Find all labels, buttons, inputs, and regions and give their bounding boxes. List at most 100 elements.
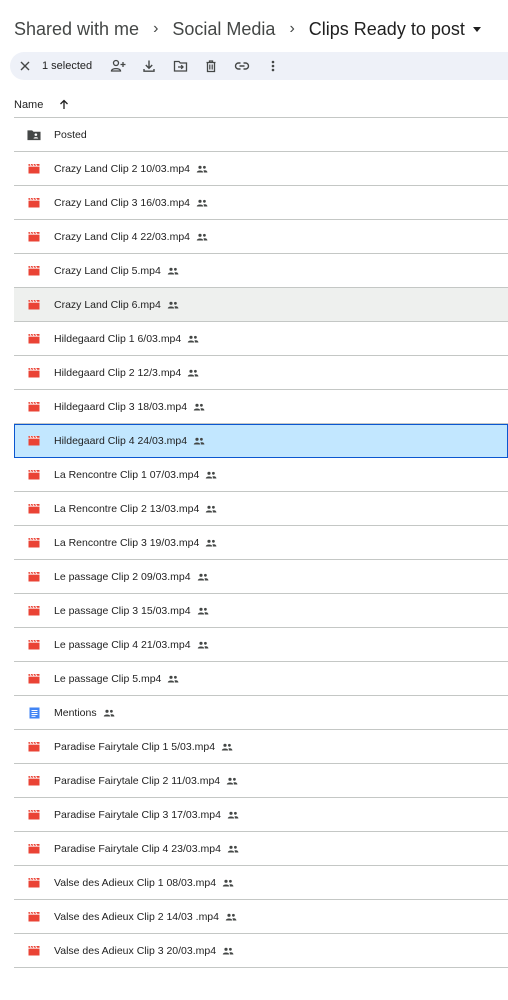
file-name: La Rencontre Clip 1 07/03.mp4 [54,468,200,481]
video-file-icon [28,197,40,208]
video-file-icon [28,639,40,650]
shared-people-icon-wrap [187,335,199,343]
video-file-icon [28,367,40,378]
file-row[interactable]: Le passage Clip 3 15/03.mp4 [14,594,508,628]
close-icon [20,61,30,71]
file-type-icon-wrap [27,468,41,482]
file-row[interactable]: La Rencontre Clip 3 19/03.mp4 [14,526,508,560]
file-row[interactable]: Paradise Fairytale Clip 1 5/03.mp4 [14,730,508,764]
file-type-icon-wrap [27,162,41,176]
file-list: Posted Crazy Land Clip 2 10/03.mp4 Crazy L… [14,118,508,968]
file-type-icon-wrap [27,910,41,924]
file-row[interactable]: Paradise Fairytale Clip 3 17/03.mp4 [14,798,508,832]
file-row[interactable]: Crazy Land Clip 5.mp4 [14,254,508,288]
more-actions-button[interactable] [259,52,287,80]
share-person-add-icon [110,59,126,72]
file-name: Valse des Adieux Clip 3 20/03.mp4 [54,944,217,957]
video-file-icon [28,775,40,786]
file-row[interactable]: Crazy Land Clip 3 16/03.mp4 [14,186,508,220]
file-row[interactable]: Crazy Land Clip 6.mp4 [14,288,508,322]
shared-people-icon [167,267,179,274]
file-name: Hildegaard Clip 3 18/03.mp4 [54,400,188,413]
shared-people-icon [196,165,208,172]
file-row[interactable]: Valse des Adieux Clip 1 08/03.mp4 [14,866,508,900]
breadcrumb-social-media[interactable]: Social Media [172,19,275,40]
shared-people-icon-wrap [205,539,217,547]
shared-people-icon-wrap [205,471,217,479]
shared-people-icon-wrap [222,947,234,955]
shared-people-icon-wrap [227,811,239,819]
file-row[interactable]: Paradise Fairytale Clip 2 11/03.mp4 [14,764,508,798]
shared-people-icon [206,539,217,546]
file-row[interactable]: Le passage Clip 4 21/03.mp4 [14,628,508,662]
shared-people-icon-wrap [193,437,205,445]
delete-button[interactable] [197,52,225,80]
file-row[interactable]: La Rencontre Clip 1 07/03.mp4 [14,458,508,492]
video-file-icon [28,945,40,956]
shared-people-icon-wrap [225,913,237,921]
clear-selection-button[interactable] [11,52,39,80]
shared-people-icon-wrap [222,879,234,887]
file-row[interactable]: Crazy Land Clip 2 10/03.mp4 [14,152,508,186]
breadcrumb-shared-with-me[interactable]: Shared with me [14,19,139,40]
file-row[interactable]: Crazy Land Clip 4 22/03.mp4 [14,220,508,254]
more-vert-icon [271,60,275,72]
file-row[interactable]: Hildegaard Clip 1 6/03.mp4 [14,322,508,356]
file-row[interactable]: Valse des Adieux Clip 3 20/03.mp4 [14,934,508,968]
shared-people-icon [227,811,239,818]
video-file-icon [28,469,40,480]
file-row[interactable]: Hildegaard Clip 4 24/03.mp4 [14,424,508,458]
shared-people-icon-wrap [197,641,209,649]
move-to-folder-icon [173,60,187,72]
current-folder-label: Clips Ready to post [308,18,465,39]
file-row[interactable]: Hildegaard Clip 3 18/03.mp4 [14,390,508,424]
video-file-icon [28,673,40,684]
file-name: Mentions [54,706,97,719]
file-type-icon-wrap [27,672,41,686]
file-name: La Rencontre Clip 3 19/03.mp4 [54,536,200,549]
file-name: Crazy Land Clip 2 10/03.mp4 [54,162,190,175]
file-type-icon-wrap [27,434,41,448]
shared-people-icon-wrap [167,675,179,683]
shared-people-icon [196,233,208,240]
file-row[interactable]: Paradise Fairytale Clip 4 23/03.mp4 [14,832,508,866]
google-doc-icon [29,707,39,718]
video-file-icon [28,741,40,752]
video-file-icon [28,231,40,242]
file-name: Crazy Land Clip 4 22/03.mp4 [54,230,190,243]
file-type-icon-wrap [27,570,41,584]
file-type-icon-wrap [27,196,41,210]
sort-direction-button[interactable] [59,99,69,110]
file-list-header: Name [14,92,508,118]
shared-people-icon [193,403,205,410]
file-type-icon-wrap [27,944,41,958]
download-button[interactable] [135,52,163,80]
copy-link-button[interactable] [228,52,256,80]
file-row[interactable]: Mentions [14,696,508,730]
video-file-icon [28,911,40,922]
share-button[interactable] [104,52,132,80]
arrow-up-icon [60,99,69,109]
file-row[interactable]: La Rencontre Clip 2 13/03.mp4 [14,492,508,526]
breadcrumb-current-folder[interactable]: Clips Ready to post [309,19,481,40]
file-row[interactable]: Posted [14,118,508,152]
video-file-icon [28,571,40,582]
file-row[interactable]: Le passage Clip 2 09/03.mp4 [14,560,508,594]
file-row[interactable]: Le passage Clip 5.mp4 [14,662,508,696]
video-file-icon [28,299,40,310]
file-row[interactable]: Valse des Adieux Clip 2 14/03 .mp4 [14,900,508,934]
shared-people-icon [167,301,179,308]
video-file-icon [28,877,40,888]
video-file-icon [28,333,40,344]
link-icon [234,62,250,70]
shared-people-icon [225,913,237,920]
file-type-icon-wrap [27,128,41,142]
shared-folder-icon [27,129,41,140]
shared-people-icon [222,947,234,954]
shared-people-icon [197,607,208,614]
move-button[interactable] [166,52,194,80]
shared-people-icon-wrap [187,369,199,377]
file-name: Valse des Adieux Clip 2 14/03 .mp4 [54,910,219,923]
file-row[interactable]: Hildegaard Clip 2 12/3.mp4 [14,356,508,390]
name-column-header[interactable]: Name [14,99,43,111]
